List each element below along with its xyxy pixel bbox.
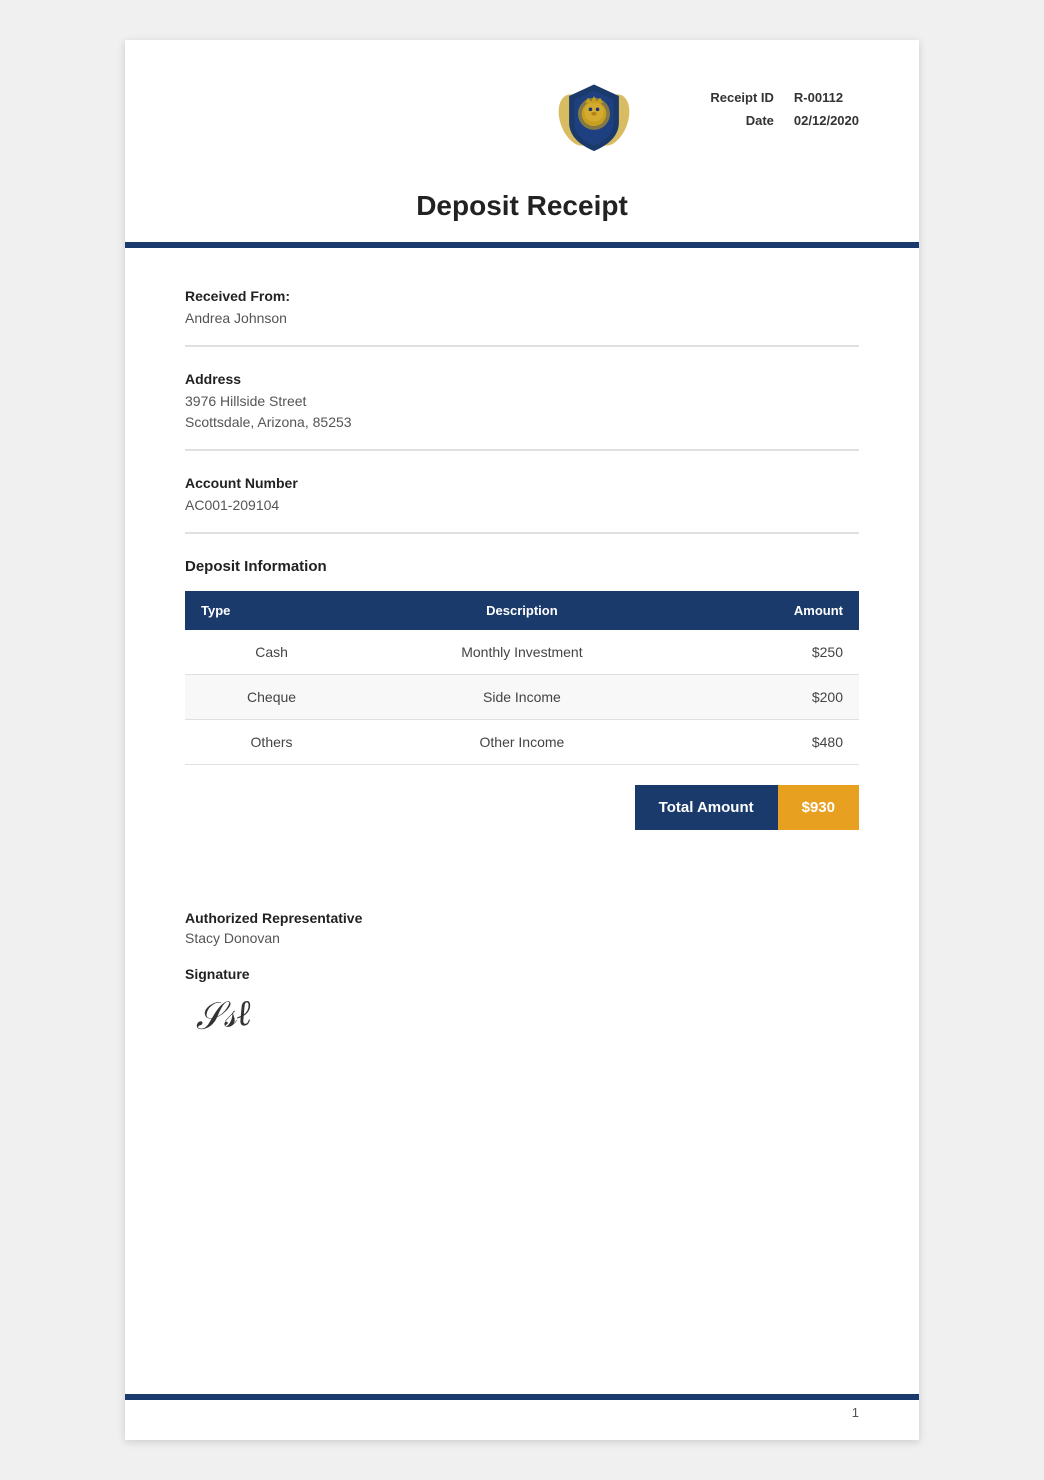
address-label: Address: [185, 371, 859, 387]
deposit-info-title: Deposit Information: [185, 558, 859, 575]
table-row: ChequeSide Income$200: [185, 675, 859, 720]
col-header-description: Description: [358, 591, 686, 630]
title-section: Deposit Receipt: [125, 180, 919, 242]
address-block: Address 3976 Hillside Street Scottsdale,…: [185, 371, 859, 451]
cell-description: Monthly Investment: [358, 630, 686, 675]
received-from-block: Received From: Andrea Johnson: [185, 288, 859, 347]
content-section: Received From: Andrea Johnson Address 39…: [125, 248, 919, 910]
total-row-container: Total Amount $930: [185, 785, 859, 830]
cell-amount: $480: [686, 720, 859, 765]
auth-representative-value: Stacy Donovan: [185, 930, 859, 946]
received-from-value: Andrea Johnson: [185, 308, 859, 329]
receipt-id-value: R-00112: [794, 90, 843, 105]
meta-info: Receipt ID R-00112 Date 02/12/2020: [694, 90, 859, 128]
cell-description: Other Income: [358, 720, 686, 765]
table-header-row: Type Description Amount: [185, 591, 859, 630]
date-label: Date: [694, 113, 774, 128]
col-header-type: Type: [185, 591, 358, 630]
signature-section: Authorized Representative Stacy Donovan …: [125, 910, 919, 1077]
account-number-label: Account Number: [185, 475, 859, 491]
page-title: Deposit Receipt: [185, 190, 859, 222]
total-box: Total Amount $930: [635, 785, 859, 830]
receipt-page: Receipt ID R-00112 Date 02/12/2020 Depos…: [125, 40, 919, 1440]
date-value: 02/12/2020: [794, 113, 859, 128]
cell-description: Side Income: [358, 675, 686, 720]
signature-image: 𝒮𝓈ℓ: [193, 992, 253, 1040]
address-line2: Scottsdale, Arizona, 85253: [185, 412, 859, 433]
total-label: Total Amount: [635, 785, 778, 830]
deposit-table: Type Description Amount CashMonthly Inve…: [185, 591, 859, 765]
cell-amount: $250: [686, 630, 859, 675]
table-row: CashMonthly Investment$250: [185, 630, 859, 675]
page-number: 1: [852, 1405, 859, 1420]
date-row: Date 02/12/2020: [694, 113, 859, 128]
table-row: OthersOther Income$480: [185, 720, 859, 765]
col-header-amount: Amount: [686, 591, 859, 630]
cell-type: Cheque: [185, 675, 358, 720]
deposit-info-section: Deposit Information Type Description Amo…: [185, 558, 859, 830]
address-line1: 3976 Hillside Street: [185, 391, 859, 412]
receipt-id-label: Receipt ID: [694, 90, 774, 105]
received-from-label: Received From:: [185, 288, 859, 304]
logo-icon: [554, 80, 634, 160]
receipt-id-row: Receipt ID R-00112: [694, 90, 859, 105]
cell-amount: $200: [686, 675, 859, 720]
header-section: Receipt ID R-00112 Date 02/12/2020: [125, 40, 919, 180]
total-value: $930: [778, 785, 859, 830]
cell-type: Others: [185, 720, 358, 765]
auth-representative-label: Authorized Representative: [185, 910, 859, 926]
footer-blue-bar: [125, 1394, 919, 1400]
logo-area: [554, 80, 634, 160]
cell-type: Cash: [185, 630, 358, 675]
account-number-value: AC001-209104: [185, 495, 859, 516]
account-number-block: Account Number AC001-209104: [185, 475, 859, 534]
signature-label: Signature: [185, 966, 859, 982]
